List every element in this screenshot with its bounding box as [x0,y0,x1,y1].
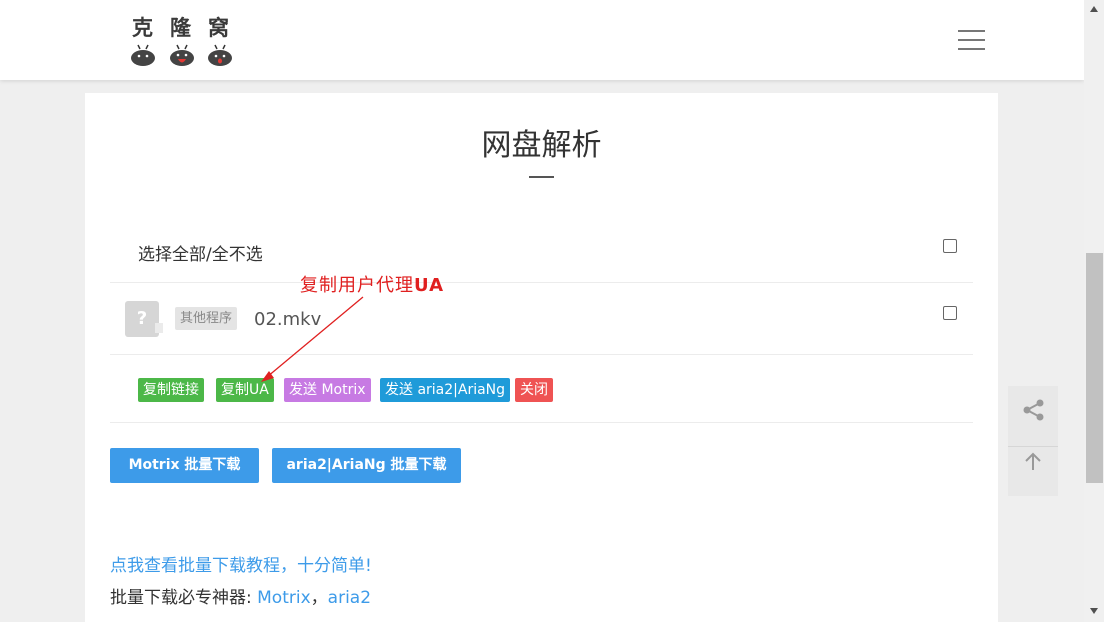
file-thumbnail-icon: ? [125,301,163,337]
copy-link-button[interactable]: 复制链接 [138,378,204,402]
scroll-down-arrow-icon[interactable] [1088,606,1100,616]
file-row: ? 其他程序 02.mkv [110,283,973,355]
close-button[interactable]: 关闭 [515,378,553,402]
floating-toolbar [1008,386,1058,496]
select-all-checkbox[interactable] [943,239,957,253]
back-to-top-button[interactable] [1008,438,1058,488]
file-checkbox[interactable] [943,306,957,320]
batch-tutorial-link[interactable]: 点我查看批量下载教程，十分简单! [110,551,372,576]
title-divider [529,176,554,178]
share-icon [1023,399,1044,421]
scroll-up-arrow-icon[interactable] [1088,4,1100,14]
logo-mascot-icon [208,44,232,66]
logo-mascot-icon [131,44,155,66]
annotation-bold-text: UA [414,275,444,296]
scrollbar-thumb[interactable] [1086,253,1103,483]
tools-line: 批量下载必专神器: Motrix，aria2 [110,583,371,608]
select-all-row: 选择全部/全不选 [110,212,973,283]
aria2-link[interactable]: aria2 [328,588,371,608]
tools-separator: ， [310,588,328,608]
tools-prefix: 批量下载必专神器: [110,588,258,608]
annotation-arrow-icon [261,296,364,382]
logo-mascot-icon [170,44,194,66]
share-button[interactable] [1008,386,1058,436]
send-aria2-button[interactable]: 发送 aria2|AriaNg [380,378,511,402]
site-logo[interactable]: 克隆窝 [128,10,238,70]
aria2-batch-download-button[interactable]: aria2|AriaNg 批量下载 [272,448,461,483]
hamburger-menu-icon[interactable] [958,28,985,52]
select-all-label[interactable]: 选择全部/全不选 [138,240,263,265]
motrix-batch-download-button[interactable]: Motrix 批量下载 [110,448,259,483]
file-actions-row: 复制链接 复制UA 发送 Motrix 发送 aria2|AriaNg 关闭 [110,355,973,423]
motrix-link[interactable]: Motrix [257,588,311,608]
site-header: 克隆窝 [0,0,1084,80]
file-type-tag: 其他程序 [175,307,238,330]
page-title: 网盘解析 [481,128,602,163]
logo-text: 克隆窝 [132,15,246,40]
arrow-up-icon [1025,452,1041,470]
